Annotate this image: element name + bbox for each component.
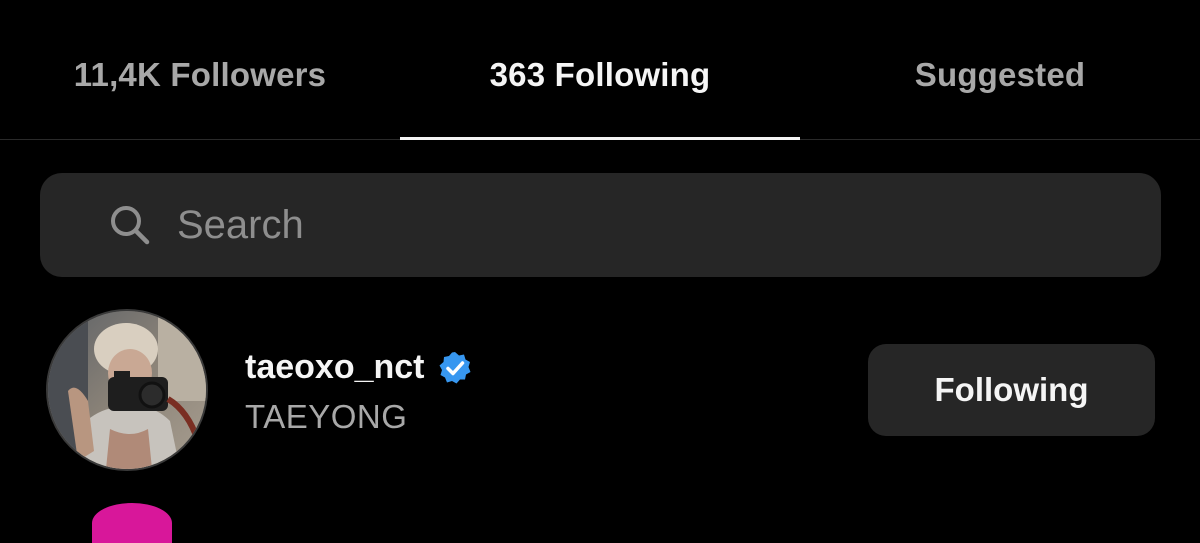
tab-suggested-label: Suggested (914, 56, 1086, 93)
avatar[interactable] (46, 309, 208, 471)
tab-followers[interactable]: 11,4K Followers (0, 0, 400, 139)
active-tab-indicator (400, 137, 800, 140)
tab-following[interactable]: 363 Following (400, 0, 800, 140)
tab-bar: 11,4K Followers 363 Following Suggested (0, 0, 1200, 140)
following-button[interactable]: Following (868, 344, 1155, 436)
verified-badge-icon (437, 350, 473, 386)
username-text: taeoxo_nct (245, 348, 425, 386)
tab-followers-label: 11,4K Followers (73, 56, 327, 93)
next-user-avatar[interactable] (92, 503, 172, 543)
search-icon (108, 203, 152, 247)
search-bar[interactable] (40, 173, 1161, 277)
user-list-item[interactable]: taeoxo_nct TAEYONG Following (0, 306, 1200, 474)
search-input[interactable] (177, 195, 1161, 255)
tab-following-label: 363 Following (489, 56, 711, 93)
full-name: TAEYONG (245, 398, 408, 435)
tab-suggested[interactable]: Suggested (800, 0, 1200, 139)
username[interactable]: taeoxo_nct (245, 348, 473, 387)
